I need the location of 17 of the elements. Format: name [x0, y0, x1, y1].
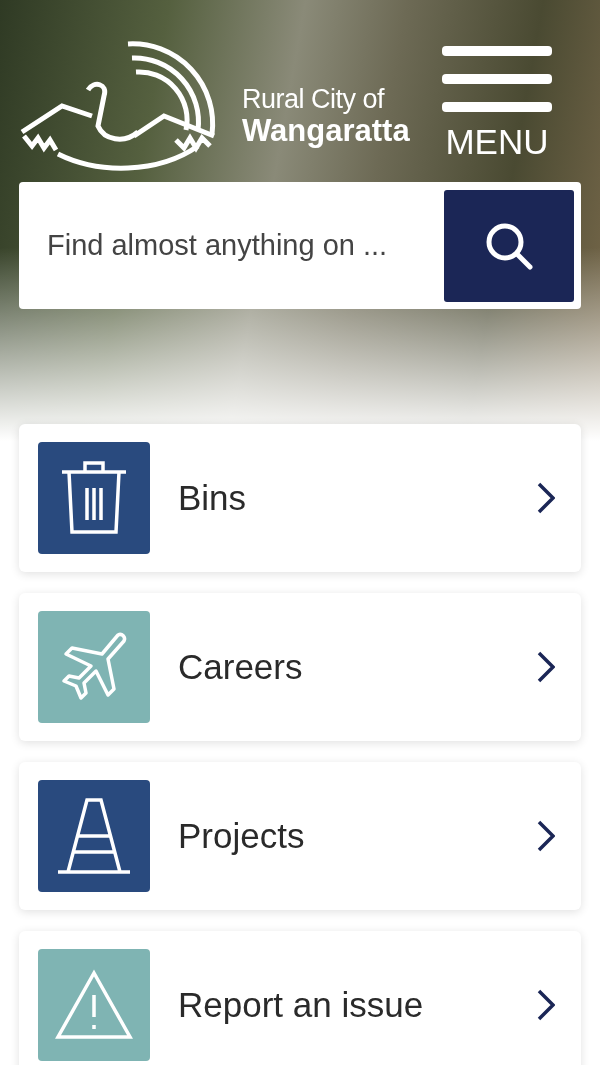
warning-icon [54, 969, 134, 1041]
quick-link-card[interactable]: Careers [19, 593, 581, 741]
menu-icon [442, 46, 552, 112]
chevron-right-icon [537, 820, 555, 852]
chevron-right-icon [537, 989, 555, 1021]
quick-link-card[interactable]: Bins [19, 424, 581, 572]
quick-link-card[interactable]: Projects [19, 762, 581, 910]
traffic-cone-icon [56, 796, 132, 876]
menu-button[interactable]: MENU [442, 46, 552, 162]
logo-text: Wangaratta [242, 114, 410, 148]
quick-link-card[interactable]: Report an issue [19, 931, 581, 1065]
search-button[interactable] [444, 189, 574, 302]
chevron-right-icon [537, 651, 555, 683]
logo-text: Rural City of [242, 84, 386, 114]
search-field[interactable]: Find almost anything on ... [45, 228, 444, 263]
bin-icon [59, 460, 129, 536]
chevron-right-icon [537, 482, 555, 514]
